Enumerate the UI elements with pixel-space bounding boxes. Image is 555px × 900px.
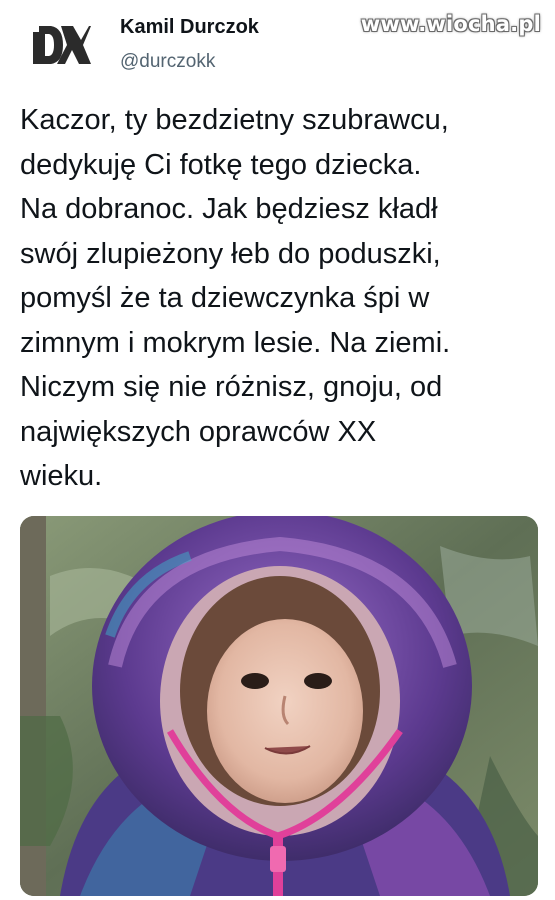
tweet-text-line: pomyśl że ta dziewczynka śpi w — [20, 282, 430, 314]
tweet-text-line: zimnym i mokrym lesie. Na ziemi. — [20, 326, 451, 359]
tweet-text-line: Kaczor, ty bezdzietny szubrawcu, — [20, 104, 449, 136]
author-name[interactable]: Kamil Durczok — [120, 16, 259, 39]
tweet-card[interactable]: Kamil Durczok @durczokk www.wiocha.pl Ka… — [0, 0, 555, 900]
author-avatar[interactable] — [30, 14, 92, 76]
tweet-text: Kaczor, ty bezdzietny szubrawcu, dedykuj… — [20, 98, 540, 499]
tweet-text-line: Niczym się nie różnisz, gnoju, od — [20, 371, 443, 403]
child-photo-image — [20, 516, 538, 896]
site-watermark: www.wiocha.pl — [360, 12, 541, 36]
tweet-text-line: dedykuję Ci fotkę tego dziecka. — [20, 148, 422, 181]
tweet-photo[interactable] — [20, 516, 538, 896]
dk-logo-icon — [33, 26, 91, 64]
tweet-text-line: swój zlupieżony łeb do poduszki, — [20, 237, 441, 270]
tweet-text-line: największych oprawców XX — [20, 415, 377, 448]
tweet-text-line: wieku. — [20, 460, 103, 492]
author-handle[interactable]: @durczokk — [120, 51, 215, 73]
tweet-text-line: Na dobranoc. Jak będziesz kładł — [20, 193, 438, 225]
